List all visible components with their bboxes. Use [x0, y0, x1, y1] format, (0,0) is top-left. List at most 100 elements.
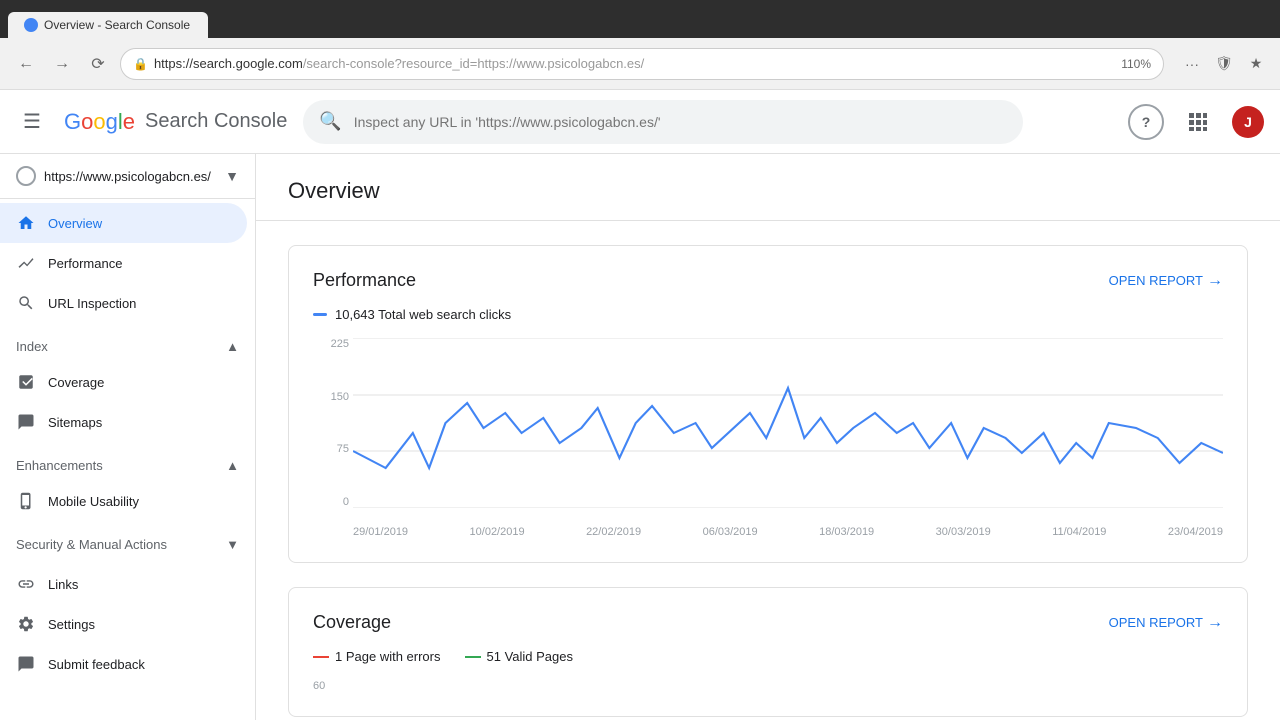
dropdown-arrow-icon: ▼ — [225, 168, 239, 184]
logo-google: Google — [64, 109, 135, 135]
tab-favicon — [24, 18, 38, 32]
links-label: Links — [48, 577, 78, 592]
performance-card-header: Performance OPEN REPORT → — [313, 270, 1223, 291]
nav-section-index: Index ▲ Coverage Sitemaps — [0, 327, 255, 446]
search-bar[interactable]: 🔍 — [303, 100, 1023, 144]
coverage-errors-label: 1 Page with errors — [335, 649, 441, 664]
enhancements-collapse-icon: ▲ — [226, 458, 239, 473]
performance-chart: 225 150 75 0 — [313, 338, 1223, 538]
coverage-card-title: Coverage — [313, 612, 391, 633]
shield-icon: 🛡 — [1212, 52, 1236, 76]
coverage-errors-legend: 1 Page with errors — [313, 649, 441, 664]
open-report-arrow-icon: → — [1207, 272, 1223, 290]
links-icon — [16, 574, 36, 594]
performance-card: Performance OPEN REPORT → 10,643 Total w… — [288, 245, 1248, 563]
performance-open-report[interactable]: OPEN REPORT → — [1109, 272, 1223, 290]
browser-tab[interactable]: Overview - Search Console — [8, 12, 208, 38]
coverage-label: Coverage — [48, 375, 104, 390]
performance-label: Performance — [48, 256, 122, 271]
sidebar-item-url-inspection[interactable]: URL Inspection — [0, 283, 247, 323]
security-collapse-icon: ▼ — [226, 537, 239, 552]
coverage-open-report[interactable]: OPEN REPORT → — [1109, 614, 1223, 632]
mobile-usability-icon — [16, 491, 36, 511]
sidebar-item-sitemaps[interactable]: Sitemaps — [0, 402, 247, 442]
errors-legend-dash — [313, 656, 329, 658]
coverage-valid-label: 51 Valid Pages — [487, 649, 574, 664]
content-area: Overview Performance OPEN REPORT → 10,64… — [256, 154, 1280, 720]
coverage-open-report-arrow-icon: → — [1207, 614, 1223, 632]
lock-icon: 🔒 — [133, 57, 148, 71]
chart-svg-wrap — [353, 338, 1223, 508]
submit-feedback-label: Submit feedback — [48, 657, 145, 672]
y-label-75: 75 — [313, 443, 349, 455]
search-input[interactable] — [354, 114, 1008, 130]
bookmark-icon[interactable]: ★ — [1244, 52, 1268, 76]
valid-legend-dash — [465, 656, 481, 658]
performance-legend-label: 10,643 Total web search clicks — [335, 307, 511, 322]
sidebar-item-overview[interactable]: Overview — [0, 203, 247, 243]
x-label-6: 30/03/2019 — [936, 526, 991, 538]
index-section-label: Index — [16, 339, 48, 354]
avatar[interactable]: J — [1232, 106, 1264, 138]
site-url: https://www.psicologabcn.es/ — [44, 169, 217, 184]
content-body: Performance OPEN REPORT → 10,643 Total w… — [256, 221, 1280, 720]
chart-y-labels: 225 150 75 0 — [313, 338, 349, 508]
coverage-chart-y-start: 60 — [313, 680, 1223, 692]
coverage-card: Coverage OPEN REPORT → 1 Page with error… — [288, 587, 1248, 717]
enhancements-section-header[interactable]: Enhancements ▲ — [0, 450, 255, 481]
browser-toolbar: ← → ⟳ 🔒 https://search.google.com/search… — [0, 38, 1280, 90]
index-section-header[interactable]: Index ▲ — [0, 331, 255, 362]
index-collapse-icon: ▲ — [226, 339, 239, 354]
performance-icon — [16, 253, 36, 273]
page-title: Overview — [288, 178, 1248, 204]
home-icon — [16, 213, 36, 233]
apps-button[interactable] — [1180, 104, 1216, 140]
y-label-150: 150 — [313, 391, 349, 403]
address-path: /search-console?resource_id=https://www.… — [303, 56, 644, 71]
reload-button[interactable]: ⟳ — [84, 50, 112, 78]
header-right: ? J — [1128, 104, 1264, 140]
sidebar-item-settings[interactable]: Settings — [0, 604, 247, 644]
x-label-2: 10/02/2019 — [470, 526, 525, 538]
coverage-legend: 1 Page with errors 51 Valid Pages — [313, 649, 1223, 664]
sidebar-item-coverage[interactable]: Coverage — [0, 362, 247, 402]
sidebar-item-mobile-usability[interactable]: Mobile Usability — [0, 481, 247, 521]
performance-legend: 10,643 Total web search clicks — [313, 307, 1223, 322]
menu-dots-button[interactable]: ··· — [1180, 52, 1204, 76]
x-label-1: 29/01/2019 — [353, 526, 408, 538]
forward-button[interactable]: → — [48, 50, 76, 78]
main-area: https://www.psicologabcn.es/ ▼ Overview … — [0, 154, 1280, 720]
settings-icon — [16, 614, 36, 634]
sidebar-item-submit-feedback[interactable]: Submit feedback — [0, 644, 247, 684]
sidebar-item-links[interactable]: Links — [0, 564, 247, 604]
address-bar[interactable]: 🔒 https://search.google.com/search-conso… — [120, 48, 1164, 80]
browser-tab-bar: Overview - Search Console — [0, 0, 1280, 38]
help-button[interactable]: ? — [1128, 104, 1164, 140]
menu-button[interactable]: ☰ — [16, 106, 48, 138]
nav-section-main: Overview Performance URL Inspection — [0, 199, 255, 327]
url-inspection-label: URL Inspection — [48, 296, 136, 311]
content-header: Overview — [256, 154, 1280, 221]
x-label-3: 22/02/2019 — [586, 526, 641, 538]
coverage-card-header: Coverage OPEN REPORT → — [313, 612, 1223, 633]
performance-legend-dot — [313, 313, 327, 316]
enhancements-section-label: Enhancements — [16, 458, 103, 473]
sitemaps-label: Sitemaps — [48, 415, 102, 430]
sidebar: https://www.psicologabcn.es/ ▼ Overview … — [0, 154, 256, 720]
security-section-label: Security & Manual Actions — [16, 537, 167, 552]
settings-label: Settings — [48, 617, 95, 632]
nav-section-enhancements: Enhancements ▲ Mobile Usability — [0, 446, 255, 525]
sidebar-item-performance[interactable]: Performance — [0, 243, 247, 283]
browser-chrome: Overview - Search Console ← → ⟳ 🔒 https:… — [0, 0, 1280, 90]
site-selector[interactable]: https://www.psicologabcn.es/ ▼ — [0, 154, 255, 199]
coverage-open-report-label: OPEN REPORT — [1109, 615, 1203, 630]
y-label-225: 225 — [313, 338, 349, 350]
back-button[interactable]: ← — [12, 50, 40, 78]
x-label-7: 11/04/2019 — [1052, 526, 1106, 538]
address-domain: https://search.google.com — [154, 56, 303, 71]
search-icon: 🔍 — [319, 111, 341, 132]
security-section-header[interactable]: Security & Manual Actions ▼ — [0, 529, 255, 560]
address-text: https://search.google.com/search-console… — [154, 56, 1111, 71]
tab-label: Overview - Search Console — [44, 18, 190, 32]
mobile-usability-label: Mobile Usability — [48, 494, 139, 509]
